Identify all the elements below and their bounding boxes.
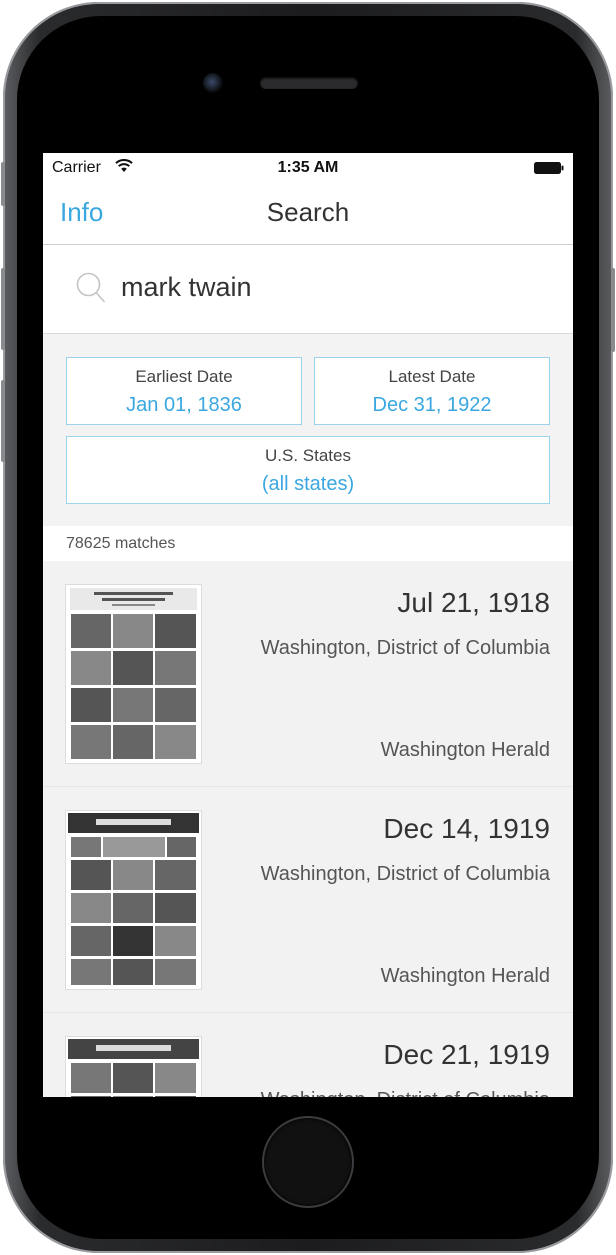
navigation-bar: Info Search — [43, 183, 573, 245]
search-icon — [76, 272, 106, 303]
search-bar — [43, 245, 573, 334]
result-newspaper: Washington Herald — [380, 739, 550, 761]
result-location: Washington, District of Columbia — [260, 863, 550, 885]
us-states-value: (all states) — [261, 473, 355, 495]
status-time: 1:35 AM — [277, 159, 339, 176]
result-location: Washington, District of Columbia — [260, 637, 550, 659]
search-input[interactable] — [121, 265, 541, 309]
mute-switch — [1, 162, 5, 206]
newspaper-thumbnail — [66, 811, 201, 989]
volume-down-button — [1, 380, 5, 462]
result-date: Dec 21, 1919 — [383, 1039, 550, 1070]
us-states-button[interactable]: U.S. States (all states) — [66, 436, 550, 504]
earliest-date-label: Earliest Date — [135, 367, 233, 386]
result-row[interactable]: Dec 14, 1919 Washington, District of Col… — [43, 787, 573, 1013]
earpiece-speaker — [260, 77, 358, 89]
results-list[interactable]: Jul 21, 1918 Washington, District of Col… — [43, 561, 573, 1097]
match-count: 78625 matches — [66, 535, 176, 552]
earliest-date-value: Jan 01, 1836 — [126, 394, 242, 416]
latest-date-label: Latest Date — [388, 367, 476, 386]
earliest-date-button[interactable]: Earliest Date Jan 01, 1836 — [66, 357, 302, 425]
latest-date-value: Dec 31, 1922 — [372, 394, 492, 416]
filters-panel: Earliest Date Jan 01, 1836 Latest Date D… — [43, 334, 573, 526]
newspaper-thumbnail — [66, 585, 201, 763]
power-button — [611, 268, 615, 352]
result-row[interactable]: Jul 21, 1918 Washington, District of Col… — [43, 561, 573, 787]
page-title: Search — [266, 197, 350, 227]
result-newspaper: Washington Herald — [380, 965, 550, 987]
result-date: Jul 21, 1918 — [397, 587, 550, 618]
app-screen: Carrier 1:35 AM Info Search Earliest Dat… — [43, 153, 573, 1097]
match-count-bar: 78625 matches — [43, 526, 573, 561]
home-button[interactable] — [264, 1118, 352, 1206]
newspaper-thumbnail — [66, 1037, 201, 1097]
volume-up-button — [1, 268, 5, 350]
front-camera — [203, 73, 223, 93]
result-date: Dec 14, 1919 — [383, 813, 550, 844]
us-states-label: U.S. States — [265, 446, 351, 465]
latest-date-button[interactable]: Latest Date Dec 31, 1922 — [314, 357, 550, 425]
result-location: Washington, District of Columbia — [261, 1089, 550, 1097]
battery-icon — [534, 162, 564, 174]
result-row[interactable]: Dec 21, 1919 Washington, District of Col… — [43, 1013, 573, 1097]
status-bar: Carrier 1:35 AM — [43, 153, 573, 183]
